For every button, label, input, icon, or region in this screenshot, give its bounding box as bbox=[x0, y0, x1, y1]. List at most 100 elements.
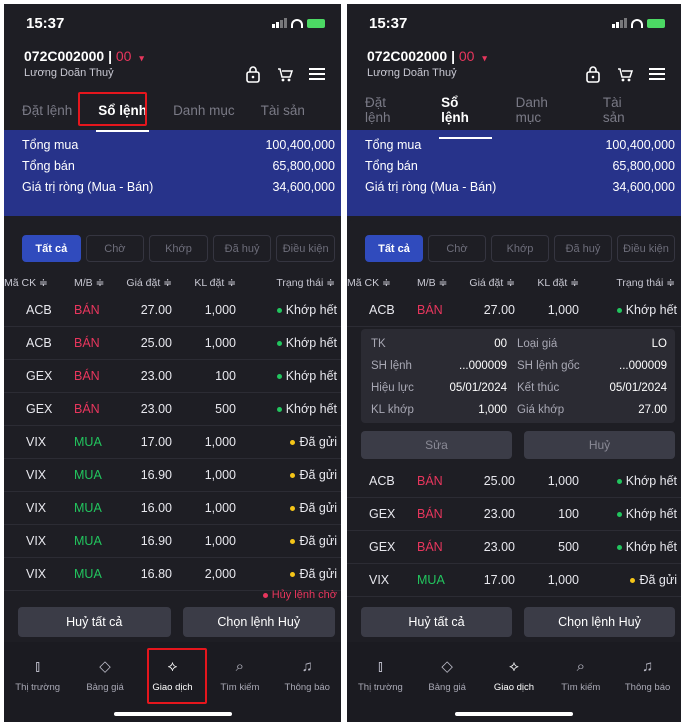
symbol-cell: GEX bbox=[369, 507, 396, 521]
col-qty[interactable]: KL đặt ≑ bbox=[180, 277, 244, 289]
qty-cell: 1,000 bbox=[547, 573, 579, 587]
status-filters: Tất cả Chờ Khớp Đã huỷ Điều kiện bbox=[347, 218, 681, 272]
menu-icon[interactable] bbox=[307, 64, 327, 84]
lock-icon[interactable] bbox=[583, 64, 603, 84]
summary-row: Tổng mua 100,400,000 bbox=[22, 138, 335, 152]
cancel-all-button[interactable]: Huỷ tất cả bbox=[18, 607, 171, 637]
tab-assets[interactable]: Tài sản bbox=[601, 89, 649, 131]
wifi-icon bbox=[631, 18, 643, 28]
table-row[interactable]: VIX MUA 16.90 1,000 Đã gửi bbox=[4, 525, 341, 558]
col-side[interactable]: M/B ≑ bbox=[407, 277, 457, 289]
price-cell: 27.00 bbox=[140, 303, 172, 317]
table-header: Mã CK ≑ M/B ≑ Giá đặt ≑ KL đặt ≑ Trạng t… bbox=[347, 272, 681, 294]
table-row[interactable]: VIX MUA 16.90 1,000 Đã gửi bbox=[4, 459, 341, 492]
side-cell: BÁN bbox=[417, 540, 443, 554]
menu-icon[interactable] bbox=[647, 64, 667, 84]
status-cell: Khớp hết bbox=[244, 369, 341, 383]
cancel-order-button[interactable]: Huỷ bbox=[524, 431, 675, 459]
table-row[interactable]: ACB BÁN 25.00 1,000 Khớp hết bbox=[347, 465, 681, 498]
table-row[interactable]: ACB BÁN 25.00 1,000 Khớp hết bbox=[4, 327, 341, 360]
side-cell: MUA bbox=[74, 534, 102, 548]
table-row[interactable]: GEX BÁN 23.00 500 Khớp hết bbox=[347, 531, 681, 564]
filter-all[interactable]: Tất cả bbox=[365, 235, 423, 262]
account-selector[interactable]: 072C002000 | 00 ▾ bbox=[367, 48, 487, 64]
tab-portfolio[interactable]: Danh mục bbox=[514, 89, 579, 131]
table-row[interactable]: VIX MUA 17.00 1,000 Đã gửi bbox=[4, 426, 341, 459]
filter-pending[interactable]: Chờ bbox=[85, 235, 145, 262]
account-selector[interactable]: 072C002000 | 00 ▾ bbox=[24, 48, 144, 64]
order-table-body: ACB BÁN 27.00 1,000 Khớp hết ACB BÁN 25.00 1,000… bbox=[4, 294, 341, 591]
lock-icon[interactable] bbox=[243, 64, 263, 84]
table-row[interactable]: GEX BÁN 23.00 100 Khớp hết bbox=[347, 498, 681, 531]
table-row[interactable]: VIX MUA 16.00 1,000 Đã gửi bbox=[4, 492, 341, 525]
col-price[interactable]: Giá đặt ≑ bbox=[457, 277, 523, 289]
symbol-cell: ACB bbox=[26, 336, 52, 350]
account-header: 072C002000 | 00 ▾ Lương Doãn Thuỷ bbox=[4, 42, 341, 90]
detail-actions: Sửa Huỷ bbox=[361, 431, 675, 459]
table-row[interactable]: ACB BÁN 27.00 1,000 Khớp hết bbox=[4, 294, 341, 327]
filter-pending[interactable]: Chờ bbox=[428, 235, 486, 262]
qty-cell: 1,000 bbox=[547, 474, 579, 488]
nav-market[interactable]: ⫾ Thị trường bbox=[350, 656, 410, 722]
status-cell: Khớp hết bbox=[587, 303, 681, 317]
table-row[interactable]: GEX BÁN 23.00 100 Khớp hết bbox=[4, 360, 341, 393]
tag-icon: ◇ bbox=[441, 658, 453, 675]
col-symbol[interactable]: Mã CK ≑ bbox=[347, 277, 407, 289]
table-row[interactable]: ACB BÁN 27.00 1,000 Khớp hết bbox=[347, 294, 681, 327]
status-cell: Khớp hết bbox=[244, 336, 341, 350]
status-dot bbox=[276, 374, 282, 380]
tab-portfolio[interactable]: Danh mục bbox=[171, 97, 237, 124]
status-cell: Khớp hết bbox=[244, 303, 341, 317]
signal-icon bbox=[612, 18, 627, 28]
side-cell: MUA bbox=[74, 435, 102, 449]
col-side[interactable]: M/B ≑ bbox=[64, 277, 114, 289]
symbol-cell: VIX bbox=[26, 534, 47, 548]
table-row[interactable]: VIX MUA 16.80 2,000 Đã gửi bbox=[4, 558, 341, 591]
summary-row: Tổng bán 65,800,000 bbox=[365, 159, 675, 173]
trade-icon: ⟡ bbox=[509, 657, 519, 675]
tab-order-book[interactable]: Sổ lệnh bbox=[439, 89, 492, 139]
status-cell: Đã gửi bbox=[244, 435, 341, 449]
cancel-all-button[interactable]: Huỷ tất cả bbox=[361, 607, 512, 637]
filter-matched[interactable]: Khớp bbox=[149, 235, 208, 262]
main-tabs: Đặt lệnh Sổ lệnh Danh mục Tài sản bbox=[4, 90, 341, 132]
tab-place-order[interactable]: Đặt lệnh bbox=[363, 89, 417, 131]
chart-bars-icon: ⫾ bbox=[377, 657, 383, 675]
summary-row: Tổng mua 100,400,000 bbox=[365, 138, 675, 152]
table-row[interactable]: VIX MUA 17.00 1,000 Đã gửi bbox=[347, 564, 681, 597]
col-qty[interactable]: KL đặt ≑ bbox=[523, 277, 587, 289]
side-cell: MUA bbox=[74, 567, 102, 581]
chart-bars-icon: ⫾ bbox=[35, 657, 41, 675]
edit-order-button[interactable]: Sửa bbox=[361, 431, 512, 459]
nav-notifications[interactable]: ♫ Thông báo bbox=[277, 656, 337, 722]
col-price[interactable]: Giá đặt ≑ bbox=[114, 277, 180, 289]
status-dot bbox=[290, 473, 296, 479]
detail-row: TK 00 Loại giá LO bbox=[371, 338, 667, 350]
col-symbol[interactable]: Mã CK ≑ bbox=[4, 277, 64, 289]
cart-icon[interactable] bbox=[615, 64, 635, 84]
col-status[interactable]: Trạng thái ≑ bbox=[244, 277, 339, 289]
filter-conditional[interactable]: Điều kiện bbox=[276, 235, 335, 262]
filter-conditional[interactable]: Điều kiện bbox=[617, 235, 675, 262]
account-id: 072C002000 bbox=[367, 48, 448, 64]
order-detail-panel: TK 00 Loại giá LO SH lệnh ...000009 SH lệnh g… bbox=[361, 329, 675, 423]
tab-assets[interactable]: Tài sản bbox=[259, 97, 307, 124]
symbol-cell: ACB bbox=[369, 474, 395, 488]
side-cell: BÁN bbox=[417, 303, 443, 317]
filter-cancelled[interactable]: Đã huỷ bbox=[554, 235, 612, 262]
nav-notifications[interactable]: ♫ Thông báo bbox=[618, 656, 678, 722]
price-cell: 16.00 bbox=[140, 501, 172, 515]
select-cancel-button[interactable]: Chọn lệnh Huỷ bbox=[524, 607, 675, 637]
filter-matched[interactable]: Khớp bbox=[491, 235, 549, 262]
select-cancel-button[interactable]: Chọn lệnh Huỷ bbox=[182, 607, 335, 637]
symbol-cell: GEX bbox=[26, 369, 53, 383]
qty-cell: 1,000 bbox=[204, 303, 236, 317]
filter-cancelled[interactable]: Đã huỷ bbox=[212, 235, 272, 262]
filter-all[interactable]: Tất cả bbox=[22, 235, 81, 262]
nav-market[interactable]: ⫾ Thị trường bbox=[8, 656, 68, 722]
col-status[interactable]: Trạng thái ≑ bbox=[587, 277, 679, 289]
tab-place-order[interactable]: Đặt lệnh bbox=[20, 97, 74, 124]
side-cell: MUA bbox=[74, 501, 102, 515]
table-row[interactable]: GEX BÁN 23.00 500 Khớp hết bbox=[4, 393, 341, 426]
cart-icon[interactable] bbox=[275, 64, 295, 84]
